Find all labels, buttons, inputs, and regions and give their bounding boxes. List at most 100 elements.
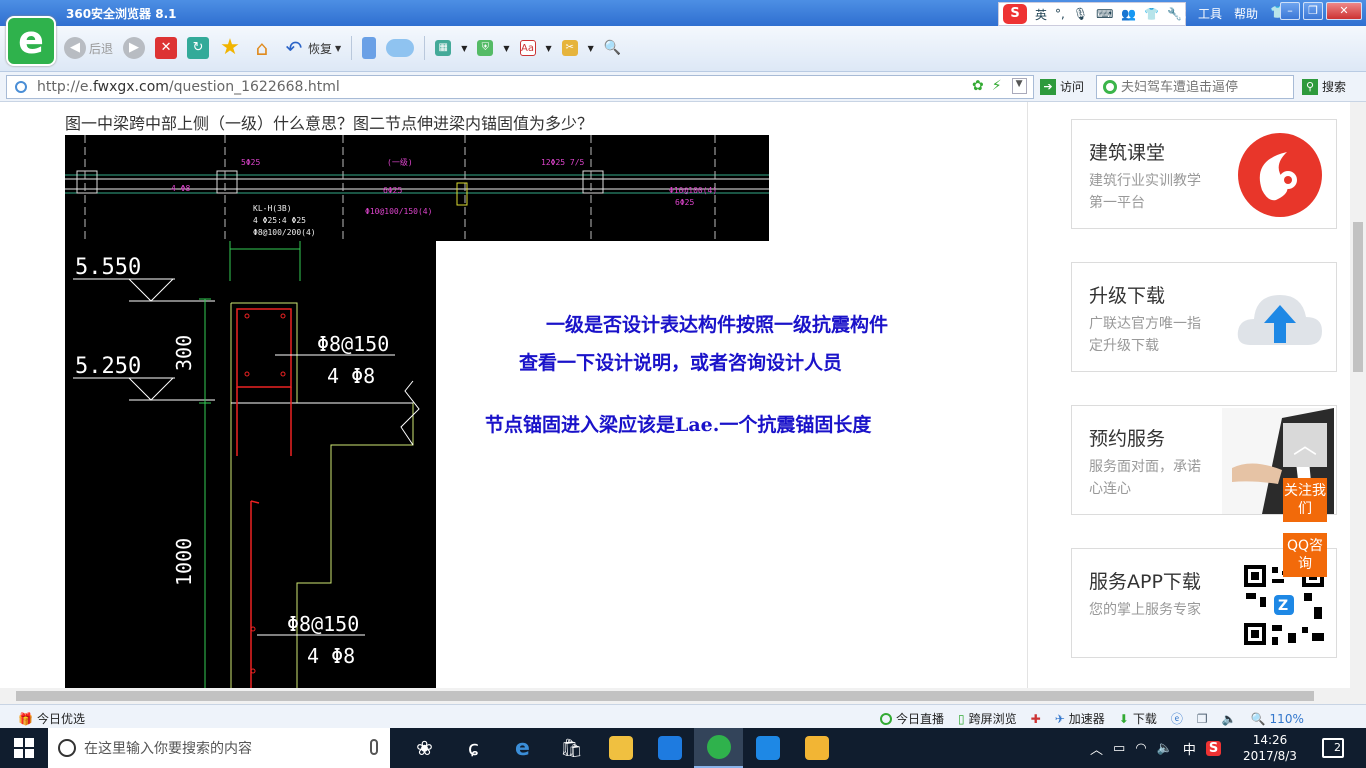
windows-start-icon[interactable] [14,738,34,758]
ime-indicator[interactable]: 中 [1183,739,1196,758]
battery-icon[interactable]: ▭ [1113,741,1125,756]
browser-logo-icon[interactable]: e [6,16,56,66]
page-info-icon[interactable] [15,81,27,93]
window-controls: – ❐ ✕ [1280,2,1362,20]
search-box[interactable] [1096,75,1294,99]
answer-line-2: 查看一下设计说明，或者咨询设计人员 [519,352,843,374]
volume-icon[interactable]: 🔈 [1222,712,1237,726]
ime-user-icon[interactable]: 👥 [1121,7,1136,21]
task-view-app[interactable]: ❀ [400,728,449,768]
vertical-scroll-thumb[interactable] [1353,222,1363,372]
live-label: 今日直播 [896,712,945,726]
translate-icon[interactable]: Aa [519,40,536,56]
accelerator-label: 加速器 [1068,712,1105,726]
title-bar: 360安全浏览器 8.1 S 英 °, 🎙 ⌨ 👥 👕 🔧 载 工具 帮助 👕 … [0,0,1366,26]
shield-icon[interactable]: ⛨ [477,40,494,56]
qq-consult-button[interactable]: QQ咨询 [1283,533,1327,577]
tray-expand-icon[interactable]: ︿ [1090,739,1103,758]
search-engine-icon[interactable] [1103,80,1117,94]
vertical-scrollbar[interactable] [1350,102,1366,688]
apps-grid-icon[interactable]: ▦ [435,40,452,56]
accelerator-button[interactable]: ✈ 加速器 [1055,710,1105,727]
ie-mode-icon[interactable]: ⓔ [1171,710,1183,727]
taskbar-app-360browser[interactable] [694,728,743,768]
chevron-down-icon[interactable]: ▼ [546,44,552,53]
speaker-icon[interactable]: 🔈 [1157,741,1173,756]
phone-icon: ▯ [958,711,965,726]
search-button[interactable]: ⚲ 搜索 [1302,78,1346,95]
speed-mode-icon[interactable]: ⚡ [992,78,1002,94]
taskbar-app-blue[interactable] [743,728,792,768]
microphone-icon[interactable] [370,739,378,755]
plugin-button[interactable]: ✚ [1031,712,1041,726]
taskbar-app-notes[interactable] [792,728,841,768]
download-arrow-icon: ⬇ [1118,711,1129,726]
ime-mic-icon[interactable]: 🎙 [1073,7,1088,21]
zoom-control[interactable]: 🔍 110% [1251,712,1304,726]
forward-button[interactable]: ▶ [123,37,146,59]
menu-help[interactable]: 帮助 [1234,5,1258,22]
window-icon[interactable]: ❐ [1197,712,1208,726]
back-button[interactable]: ◀ 后退 [64,37,113,59]
ime-skin-icon[interactable]: 👕 [1144,7,1159,21]
phone-icon[interactable] [362,37,377,59]
ime-mode[interactable]: 英 [1035,6,1047,23]
menu-download-truncated[interactable]: 载 [1174,5,1186,22]
stop-icon[interactable]: ✕ [155,37,178,59]
ime-toolbar[interactable]: S 英 °, 🎙 ⌨ 👥 👕 🔧 [998,2,1186,26]
swirl-logo-icon [1238,133,1322,217]
cloud-icon[interactable] [386,39,415,57]
svg-text:Z: Z [1278,598,1288,614]
taskbar-app-explorer[interactable] [596,728,645,768]
go-arrow-icon: ➔ [1040,78,1056,95]
horizontal-scroll-thumb[interactable] [16,691,1314,701]
taskbar-app-swirl[interactable]: ɕ [449,728,498,768]
taskbar-app-store[interactable]: 🛍 [547,728,596,768]
taskbar-clock[interactable]: 14:26 2017/8/3 [1240,732,1300,764]
minimize-button[interactable]: – [1280,2,1300,20]
home-icon[interactable]: ⌂ [251,37,273,59]
back-to-top-button[interactable]: ︿ [1283,423,1327,467]
chevron-down-icon[interactable]: ▼ [503,44,509,53]
notification-center-icon[interactable]: 2 [1322,738,1344,758]
url-text[interactable]: http://e.fwxgx.com/question_1622668.html [37,79,340,95]
card-title: 服务APP下载 [1089,571,1201,593]
card-building-class[interactable]: 建筑课堂 建筑行业实训教学第一平台 [1071,119,1337,229]
horizontal-scrollbar[interactable] [0,688,1366,704]
taskbar-app-glodon[interactable] [645,728,694,768]
chevron-down-icon[interactable]: ▼ [461,44,467,53]
folder-icon [608,736,633,760]
screenshot-icon[interactable]: ✂ [561,40,578,56]
download-button[interactable]: ⬇ 下载 [1119,710,1157,727]
zoom-icon: 🔍 [1250,711,1266,726]
close-window-button[interactable]: ✕ [1326,2,1362,20]
card-title: 建筑课堂 [1089,142,1166,164]
ime-punct-icon[interactable]: °, [1055,7,1065,21]
glodon-icon [657,736,682,760]
card-upgrade-download[interactable]: 升级下载 广联达官方唯一指定升级下载 [1071,262,1337,372]
go-button[interactable]: ➔ 访问 [1040,78,1084,95]
chevron-down-icon[interactable]: ▼ [1011,78,1027,94]
restore-button[interactable]: ❐ [1303,2,1323,20]
zoom-search-icon[interactable]: 🔍 [604,40,621,56]
wifi-icon[interactable]: ◠ [1135,741,1146,756]
card-subtitle: 服务面对面，承诺心连心 [1089,459,1201,497]
elevation-mid: 5.250 [75,354,141,379]
sogou-tray-icon[interactable]: S [1205,740,1222,756]
restore-tab-button[interactable]: ↶ 恢复 ▼ [283,37,342,59]
search-input[interactable] [1121,79,1281,95]
taskbar-search-box[interactable]: 在这里输入你要搜索的内容 [48,728,390,768]
cross-screen-button[interactable]: ▯ 跨屏浏览 [958,710,1017,727]
ime-keyboard-icon[interactable]: ⌨ [1096,7,1113,21]
url-input[interactable]: http://e.fwxgx.com/question_1622668.html [6,75,1034,99]
sogou-ime-icon[interactable]: S [1003,4,1027,24]
menu-tools[interactable]: 工具 [1198,5,1222,22]
chevron-down-icon[interactable]: ▼ [588,44,594,53]
taskbar-app-edge[interactable]: e [498,728,547,768]
loading-icon[interactable]: ✿ [972,78,984,94]
follow-us-button[interactable]: 关注我们 [1283,478,1327,522]
today-picks[interactable]: 🎁 今日优选 [18,710,85,727]
refresh-icon[interactable]: ↻ [187,37,210,59]
favorites-star-icon[interactable]: ★ [219,37,241,59]
live-button[interactable]: 今日直播 [880,710,944,727]
